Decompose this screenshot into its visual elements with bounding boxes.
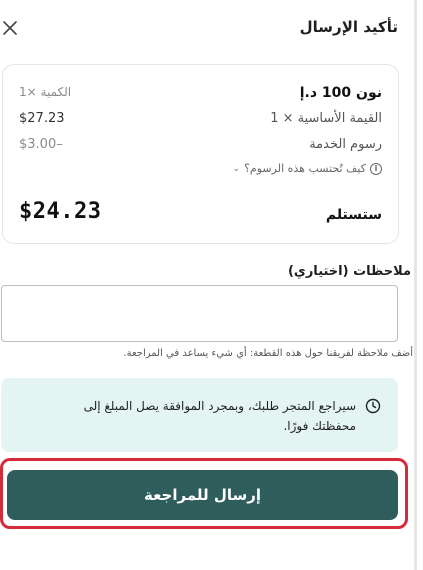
notes-label: ملاحظات (اختياري): [287, 264, 411, 279]
fee-info-row: i كيف تُحتسب هذه الرسوم؟ ⌄: [3, 162, 398, 182]
service-fee-amount: $3.00–: [19, 137, 63, 152]
item-row: نون 100 د.إ الكمية ×1: [3, 85, 398, 105]
review-notice: سيراجع المتجر طلبك، وبمجرد الموافقة يصل …: [1, 378, 398, 452]
receive-amount: $24.23: [19, 199, 102, 224]
quantity-label: الكمية ×1: [19, 85, 72, 99]
clock-icon: [365, 398, 381, 414]
dialog-header: تأكيد الإرسال: [0, 0, 410, 60]
receive-row: ستستلم $24.23: [3, 199, 398, 229]
fee-info-link: كيف تُحتسب هذه الرسوم؟: [244, 162, 366, 175]
chevron-down-icon: ⌄: [232, 163, 241, 174]
order-summary-card: نون 100 د.إ الكمية ×1 القيمة الأساسية × …: [2, 64, 399, 244]
fee-info-toggle[interactable]: i كيف تُحتسب هذه الرسوم؟ ⌄: [233, 162, 382, 175]
submit-for-review-button[interactable]: إرسال للمراجعة: [7, 470, 398, 520]
notice-text: سيراجع المتجر طلبك، وبمجرد الموافقة يصل …: [83, 399, 356, 433]
receive-label: ستستلم: [325, 207, 382, 223]
service-fee-label: رسوم الخدمة: [309, 137, 382, 152]
base-value-amount: $27.23: [19, 111, 65, 126]
close-icon[interactable]: [3, 21, 17, 35]
scrollbar[interactable]: [414, 0, 417, 570]
notes-helper-text: أضف ملاحظة لفريقنا حول هذه القطعة: أي شي…: [123, 348, 413, 359]
base-value-row: القيمة الأساسية × 1 $27.23: [3, 111, 398, 131]
item-name: نون 100 د.إ: [299, 85, 382, 101]
info-icon: i: [370, 162, 382, 175]
dialog-title: تأكيد الإرسال: [299, 18, 398, 36]
notes-input[interactable]: [1, 285, 398, 342]
service-fee-row: رسوم الخدمة $3.00–: [3, 137, 398, 157]
base-value-label: القيمة الأساسية × 1: [270, 111, 382, 126]
